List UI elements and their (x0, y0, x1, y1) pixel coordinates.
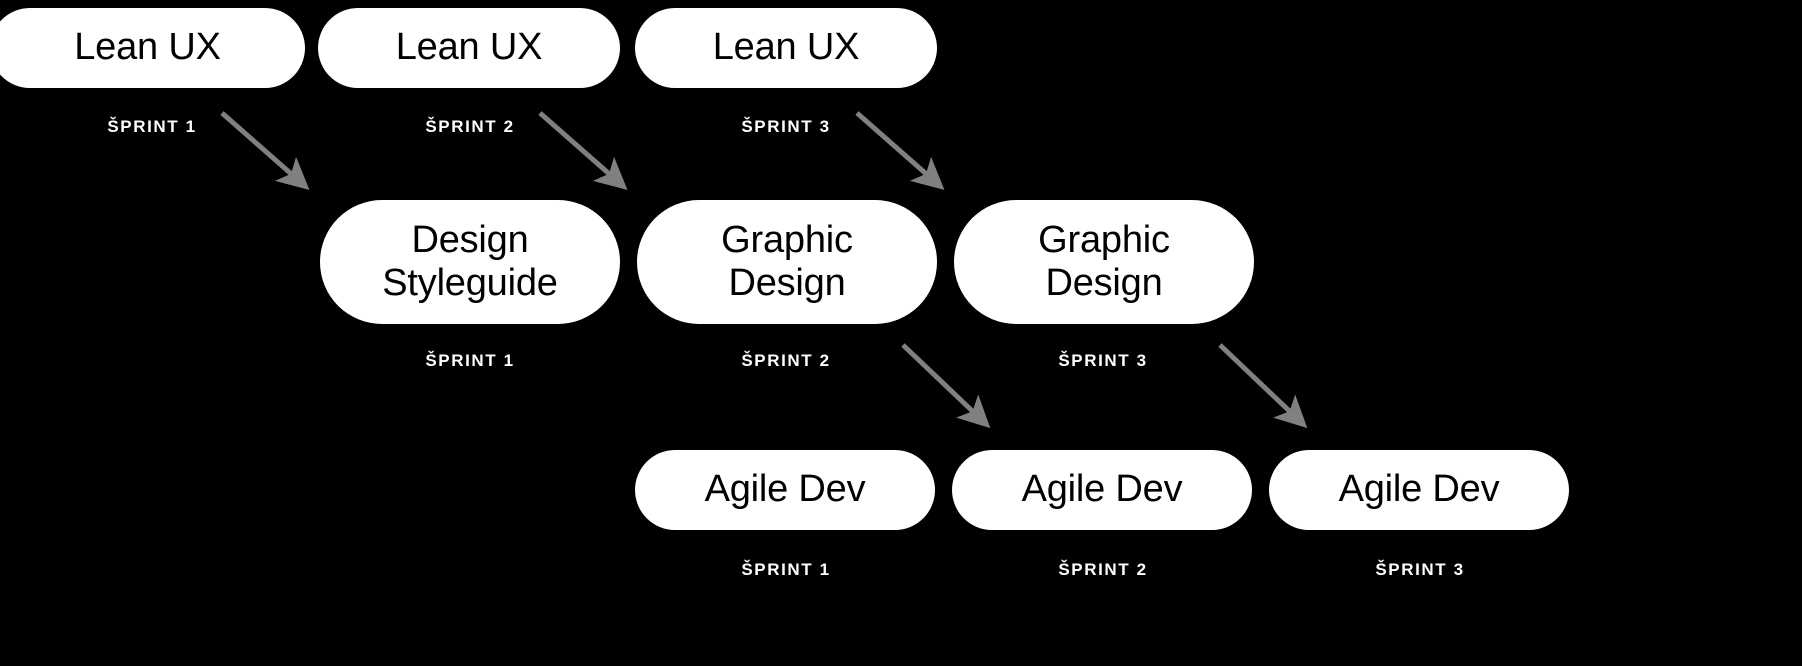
arrow-lean1-to-design1 (220, 111, 310, 190)
node-label: Graphic Design (721, 218, 853, 304)
node-agile-dev-row-1[interactable]: Agile Dev (635, 450, 935, 530)
sprint-label-agile-dev-row-2: ŠPRINT 2 (1058, 560, 1148, 579)
diagram-canvas: Lean UX Lean UX Lean UX Design Styleguide Gr… (0, 0, 1802, 666)
node-label: Agile Dev (1021, 468, 1183, 511)
node-label: Graphic Design (1038, 218, 1170, 304)
arrow-design3-to-agile3 (1218, 343, 1308, 429)
arrow-lean2-to-design2 (538, 111, 628, 190)
node-label: Agile Dev (704, 468, 866, 511)
node-label: Agile Dev (1338, 468, 1500, 511)
node-lean-ux-row-1[interactable]: Lean UX (0, 8, 305, 88)
arrow-design2-to-agile2 (901, 343, 991, 429)
sprint-label-lean-ux-row-1: ŠPRINT 1 (107, 117, 197, 136)
sprint-label-agile-dev-row-3: ŠPRINT 3 (1375, 560, 1465, 579)
sprint-label-agile-dev-row-1: ŠPRINT 1 (741, 560, 831, 579)
node-design-row-3[interactable]: Graphic Design (954, 200, 1254, 324)
node-agile-dev-row-2[interactable]: Agile Dev (952, 450, 1252, 530)
arrow-lean3-to-design3 (855, 111, 945, 190)
node-lean-ux-row-2[interactable]: Lean UX (318, 8, 620, 88)
sprint-label-design-row-1: ŠPRINT 1 (425, 351, 515, 370)
node-design-row-1[interactable]: Design Styleguide (320, 200, 620, 324)
sprint-label-design-row-3: ŠPRINT 3 (1058, 351, 1148, 370)
node-design-row-2[interactable]: Graphic Design (637, 200, 937, 324)
node-agile-dev-row-3[interactable]: Agile Dev (1269, 450, 1569, 530)
node-label: Lean UX (74, 26, 221, 69)
node-label: Lean UX (395, 26, 543, 69)
arrow-layer (220, 111, 1308, 429)
node-label: Lean UX (712, 26, 860, 69)
node-label: Design Styleguide (382, 218, 558, 304)
sprint-label-lean-ux-row-2: ŠPRINT 2 (425, 117, 515, 136)
sprint-label-lean-ux-row-3: ŠPRINT 3 (741, 117, 831, 136)
sprint-label-design-row-2: ŠPRINT 2 (741, 351, 831, 370)
node-lean-ux-row-3[interactable]: Lean UX (635, 8, 937, 88)
